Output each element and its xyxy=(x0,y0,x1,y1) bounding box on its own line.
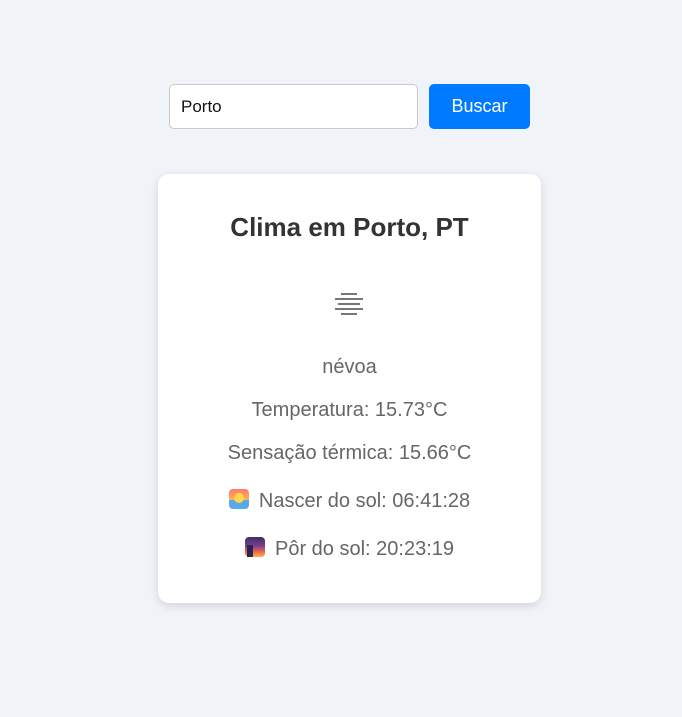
search-bar: Buscar xyxy=(169,84,530,129)
temperature-text: Temperatura: 15.73°C xyxy=(251,399,448,421)
sunrise-row: Nascer do sol: 06:41:28 xyxy=(158,489,541,513)
search-button[interactable]: Buscar xyxy=(429,84,530,129)
feels-like-text: Sensação térmica: 15.66°C xyxy=(227,442,472,464)
mist-icon xyxy=(335,293,363,315)
sunrise-text: Nascer do sol: 06:41:28 xyxy=(258,490,471,512)
sunset-row: Pôr do sol: 20:23:19 xyxy=(158,537,541,561)
weather-description: névoa xyxy=(322,356,377,378)
sunrise-icon xyxy=(228,489,249,509)
city-search-input[interactable] xyxy=(169,84,418,129)
weather-card: Clima em Porto, PT névoa Temperatura: 15… xyxy=(158,174,541,603)
sunset-text: Pôr do sol: 20:23:19 xyxy=(274,538,454,560)
sunset-icon xyxy=(244,537,265,557)
weather-title: Clima em Porto, PT xyxy=(230,212,469,242)
